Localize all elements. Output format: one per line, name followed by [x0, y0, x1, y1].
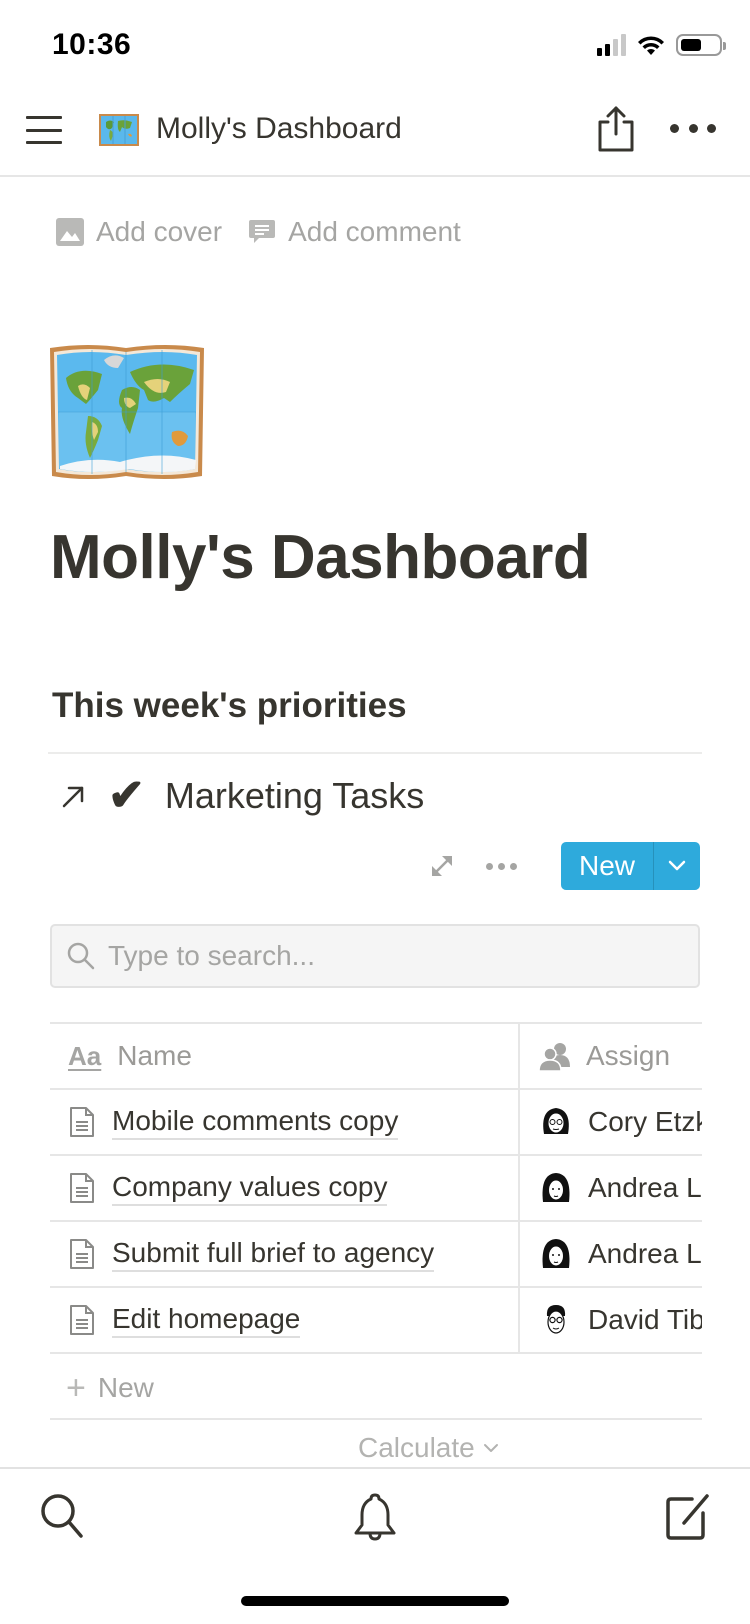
dot: [707, 123, 716, 133]
arrow-up-right-icon: [62, 786, 84, 808]
table-row[interactable]: Submit full brief to agency Andrea Lim: [50, 1222, 702, 1288]
dot: [485, 862, 493, 870]
text-property-icon: Aa: [68, 1040, 102, 1071]
compose-icon[interactable]: [662, 1491, 712, 1543]
image-icon: [56, 218, 84, 246]
comment-icon: [249, 220, 276, 243]
database-title-row[interactable]: ✔ Marketing Tasks: [60, 774, 424, 818]
add-cover-label: Add cover: [96, 216, 223, 247]
dot: [670, 123, 679, 133]
world-map-icon: [99, 114, 139, 146]
column-header-label: Name: [117, 1040, 192, 1071]
home-indicator[interactable]: [241, 1596, 509, 1606]
avatar: [542, 1239, 570, 1268]
calculate-label: Calculate: [358, 1432, 475, 1463]
people-icon: [538, 1043, 570, 1071]
task-title[interactable]: Edit homepage: [112, 1303, 301, 1338]
table-row[interactable]: Mobile comments copy Cory Etzkorn: [50, 1090, 702, 1156]
search-icon[interactable]: [38, 1491, 88, 1543]
table-row[interactable]: Company values copy Andrea Lim: [50, 1156, 702, 1222]
add-new-label: New: [97, 1372, 154, 1403]
assign-cell[interactable]: Cory Etzkorn: [520, 1090, 702, 1154]
nav-header: Molly's Dashboard: [0, 90, 750, 177]
add-comment-label: Add comment: [288, 216, 461, 247]
status-bar: 10:36: [0, 0, 750, 90]
section-heading[interactable]: This week's priorities: [52, 686, 407, 726]
task-title[interactable]: Submit full brief to agency: [112, 1237, 435, 1272]
share-icon[interactable]: [594, 104, 638, 154]
database-title: Marketing Tasks: [164, 775, 425, 816]
search-field[interactable]: [50, 924, 700, 988]
task-title[interactable]: Company values copy: [112, 1171, 388, 1206]
expand-icon[interactable]: [428, 852, 456, 880]
table-header-row: Aa Name Assign: [50, 1024, 702, 1090]
dot: [509, 862, 517, 870]
table-row[interactable]: Edit homepage David Tibbitts: [50, 1288, 702, 1354]
avatar: [543, 1108, 569, 1134]
world-map-icon[interactable]: [48, 342, 206, 482]
menu-line: [26, 116, 62, 119]
nav-title[interactable]: Molly's Dashboard: [156, 112, 402, 146]
avatar: [542, 1173, 570, 1202]
assignee-name: Cory Etzkorn: [588, 1106, 702, 1137]
assignee-name: David Tibbitts: [588, 1304, 702, 1335]
avatar: [546, 1305, 566, 1334]
plus-icon: +: [66, 1369, 86, 1407]
status-icons: [597, 34, 726, 56]
chevron-down-icon: [668, 860, 686, 871]
name-cell[interactable]: Company values copy: [50, 1156, 520, 1220]
add-comment-button[interactable]: Add comment: [248, 216, 461, 248]
new-dropdown-button[interactable]: [654, 842, 700, 890]
tasks-table: Aa Name Assign Mobile comments copy Cory…: [50, 1022, 702, 1354]
name-cell[interactable]: Submit full brief to agency: [50, 1222, 520, 1286]
assign-cell[interactable]: Andrea Lim: [520, 1156, 702, 1220]
dot: [688, 123, 698, 133]
name-cell[interactable]: Edit homepage: [50, 1288, 520, 1352]
calculate-button[interactable]: Calculate: [358, 1432, 499, 1464]
bell-icon[interactable]: [350, 1491, 400, 1543]
database-toolbar: New: [428, 842, 700, 890]
divider: [48, 752, 702, 754]
column-header-label: Assign: [586, 1040, 671, 1071]
menu-button[interactable]: [26, 114, 62, 146]
new-button-group: New: [560, 842, 700, 890]
dot: [497, 862, 505, 870]
page-document-icon: [70, 1173, 94, 1203]
page-title[interactable]: Molly's Dashboard: [50, 522, 591, 593]
checkmark-icon: ✔: [108, 771, 145, 820]
task-title[interactable]: Mobile comments copy: [112, 1105, 399, 1140]
chevron-down-icon: [483, 1444, 498, 1452]
page-document-icon: [70, 1107, 94, 1137]
menu-line: [26, 128, 62, 132]
database-more-button[interactable]: [485, 862, 517, 870]
search-icon: [67, 942, 95, 970]
assignee-name: Andrea Lim: [588, 1238, 702, 1269]
status-time: 10:36: [52, 28, 132, 61]
column-header-name[interactable]: Aa Name: [50, 1024, 520, 1088]
wifi-icon: [638, 36, 664, 55]
page-controls: Add cover Add comment: [56, 216, 461, 248]
assign-cell[interactable]: David Tibbitts: [520, 1288, 702, 1352]
menu-line: [26, 141, 62, 144]
name-cell[interactable]: Mobile comments copy: [50, 1090, 520, 1154]
page-document-icon: [70, 1239, 94, 1269]
assign-cell[interactable]: Andrea Lim: [520, 1222, 702, 1286]
add-cover-button[interactable]: Add cover: [56, 216, 222, 248]
assignee-name: Andrea Lim: [588, 1172, 702, 1203]
battery-icon: [676, 34, 726, 56]
new-button[interactable]: New: [561, 842, 654, 890]
search-input[interactable]: [108, 940, 668, 972]
add-new-row-button[interactable]: + New: [50, 1358, 702, 1420]
column-header-assign[interactable]: Assign: [520, 1024, 702, 1088]
page-document-icon: [70, 1305, 94, 1335]
cellular-signal-icon: [597, 34, 626, 56]
more-options-button[interactable]: [670, 112, 716, 144]
